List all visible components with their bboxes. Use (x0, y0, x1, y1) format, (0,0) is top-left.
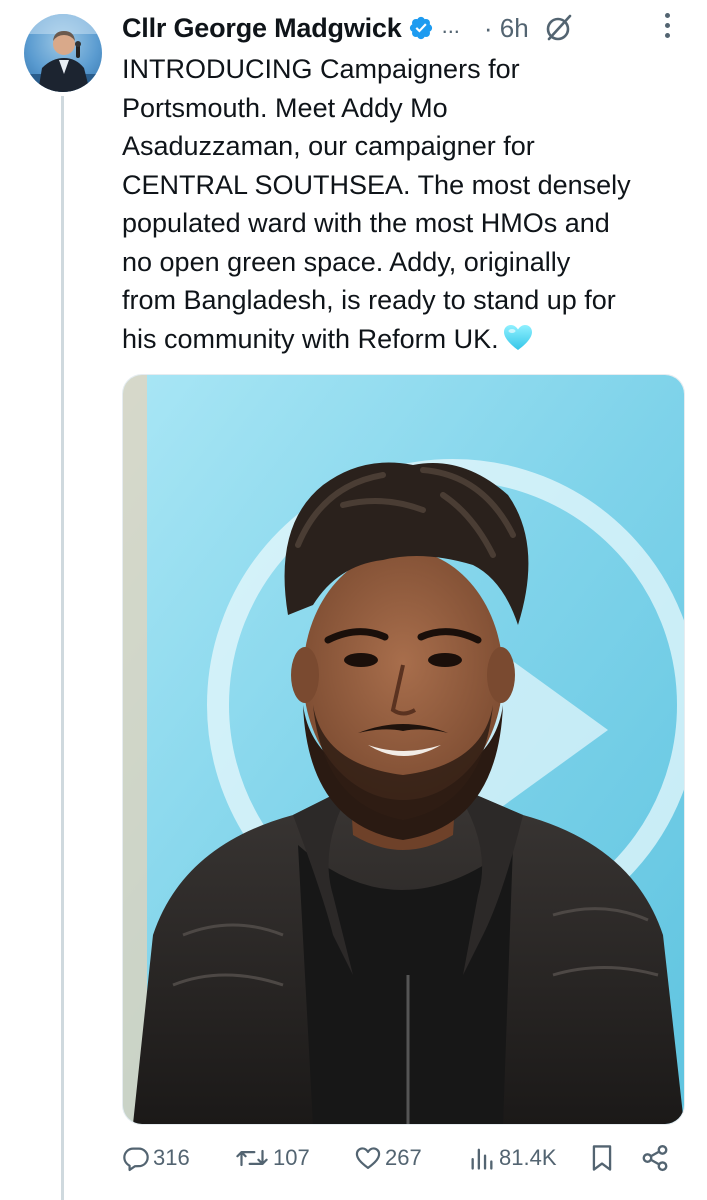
views-count: 81.4K (499, 1145, 557, 1170)
tweet-text-line: CENTRAL SOUTHSEA. The most densely (122, 169, 631, 200)
repost-count: 107 (273, 1145, 310, 1170)
tweet-text-line: his community with Reform UK. (122, 323, 499, 354)
grok-icon[interactable] (543, 12, 575, 44)
tweet-text: INTRODUCING Campaigners for Portsmouth. … (122, 50, 687, 358)
like-button[interactable]: 267 (354, 1144, 422, 1172)
tweet-text-line: INTRODUCING Campaigners for (122, 54, 520, 84)
thread-line (61, 96, 64, 1200)
more-options-icon[interactable] (653, 8, 681, 42)
light-blue-heart-icon (503, 324, 533, 352)
like-icon (354, 1144, 382, 1172)
verified-badge-icon[interactable] (408, 15, 434, 41)
tweet-text-line-last: his community with Reform UK. (122, 320, 687, 359)
tweet-text-line: populated ward with the most HMOs and (122, 208, 610, 238)
views-button[interactable]: 81.4K (468, 1144, 557, 1172)
author-name[interactable]: Cllr George Madgwick (122, 13, 402, 44)
share-icon (640, 1143, 670, 1173)
tweet-text-line: no open green space. Addy, originally (122, 246, 571, 277)
tweet-header: Cllr George Madgwick ... · 6h (122, 8, 683, 48)
share-button[interactable] (640, 1143, 670, 1173)
repost-button[interactable]: 107 (234, 1144, 310, 1172)
reply-icon (122, 1144, 150, 1172)
tweet-text-line: from Bangladesh, is ready to stand up fo… (122, 285, 616, 315)
avatar[interactable] (24, 14, 102, 92)
name-truncation: ... (441, 13, 460, 38)
tweet-actions: 316 107 267 81.4K (122, 1138, 682, 1178)
tweet: Cllr George Madgwick ... · 6h INTRODUCIN… (0, 0, 707, 1200)
bookmark-button[interactable] (588, 1143, 616, 1173)
reply-count: 316 (153, 1145, 190, 1170)
timestamp[interactable]: · 6h (484, 13, 529, 44)
tweet-text-line: Portsmouth. Meet Addy Mo (122, 92, 448, 123)
tweet-photo[interactable] (122, 374, 685, 1125)
views-icon (468, 1144, 496, 1172)
repost-icon (234, 1144, 270, 1172)
bookmark-icon (588, 1143, 616, 1173)
tweet-text-line: Asaduzzaman, our campaigner for (122, 131, 535, 161)
like-count: 267 (385, 1145, 422, 1170)
reply-button[interactable]: 316 (122, 1144, 190, 1172)
